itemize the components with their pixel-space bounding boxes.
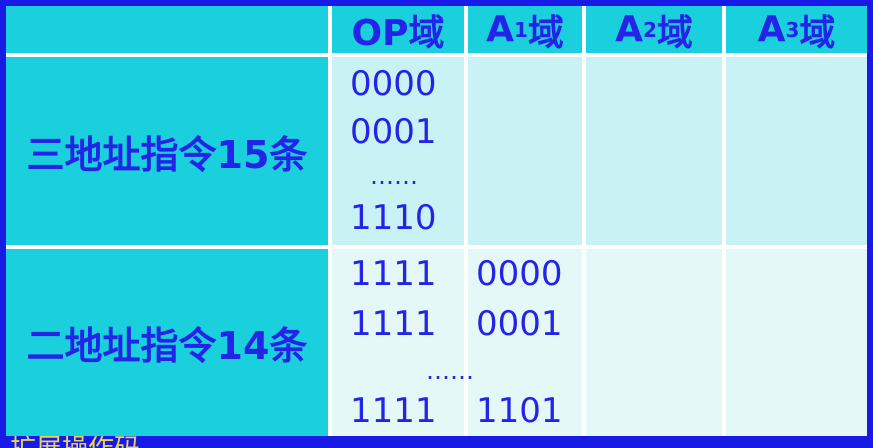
row1-a2-cell — [586, 57, 722, 245]
footer-caption: 扩展操作码 — [10, 436, 210, 448]
a1-code-line: 0001 — [476, 304, 563, 344]
row1-a1-cell — [468, 57, 582, 245]
a1-code-line: 0000 — [476, 254, 563, 294]
header-a2-field: A2域 — [586, 6, 722, 54]
header-corner — [6, 6, 328, 53]
row2-a3-cell — [726, 249, 867, 436]
op-code-line: 0001 — [350, 112, 437, 152]
row2-op-cell: 1111 1111 1111 — [332, 249, 464, 436]
row2-a2-cell — [586, 249, 722, 436]
row2-ellipsis: …… — [426, 357, 474, 385]
header-op-field: OP域 — [332, 6, 464, 54]
op-code-line: 0000 — [350, 64, 437, 104]
op-code-line: 1111 — [350, 304, 437, 344]
op-code-ellipsis: …… — [370, 162, 418, 190]
row1-a3-cell — [726, 57, 867, 245]
row-label-three-address: 三地址指令15条 — [6, 57, 328, 245]
opcode-table: OP域 A1域 A2域 A3域 三地址指令15条 0000 0001 …… 11… — [6, 6, 867, 436]
a1-code-line: 1101 — [476, 391, 563, 431]
row1-op-cell: 0000 0001 …… 1110 — [332, 57, 464, 245]
op-code-line: 1111 — [350, 254, 437, 294]
header-a3-field: A3域 — [726, 6, 867, 54]
op-code-line: 1111 — [350, 391, 437, 431]
op-code-line: 1110 — [350, 198, 437, 238]
row2-a1-cell: 0000 0001 1101 — [468, 249, 582, 436]
header-a1-field: A1域 — [468, 6, 582, 54]
row-label-two-address: 二地址指令14条 — [6, 249, 328, 436]
